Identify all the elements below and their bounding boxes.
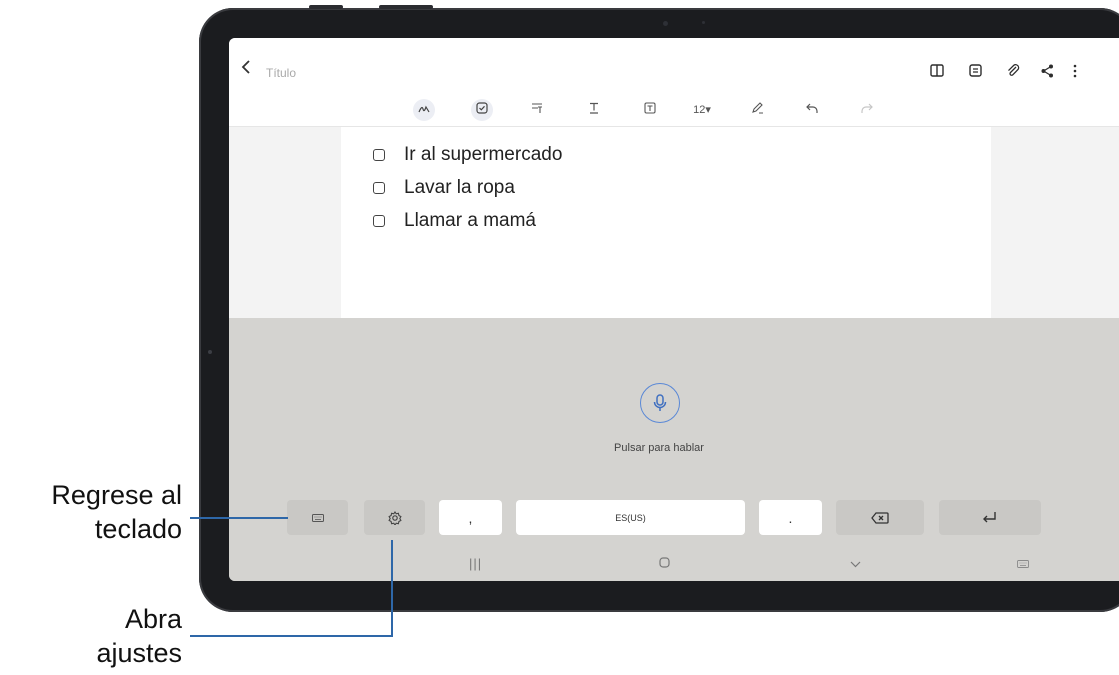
format-toolbar: 12▾ bbox=[229, 96, 1119, 127]
checklist-item-text[interactable]: Llamar a mamá bbox=[404, 210, 536, 232]
gear-icon bbox=[387, 510, 402, 525]
callout-keyboard-leader bbox=[190, 517, 288, 519]
font-size-dropdown[interactable]: 12▾ bbox=[690, 100, 714, 120]
checklist-item-text[interactable]: Lavar la ropa bbox=[404, 177, 515, 199]
text-box-icon[interactable] bbox=[643, 100, 657, 120]
enter-key[interactable] bbox=[939, 500, 1041, 535]
more-options-icon[interactable] bbox=[1073, 64, 1077, 81]
checklist-item[interactable]: Ir al supermercado bbox=[373, 141, 562, 169]
backspace-key[interactable] bbox=[836, 500, 924, 535]
hardware-button bbox=[309, 5, 343, 9]
callout-settings-leader-v bbox=[391, 540, 393, 637]
keyboard-icon bbox=[311, 513, 324, 522]
checkbox[interactable] bbox=[373, 182, 385, 194]
book-view-icon[interactable] bbox=[930, 64, 944, 80]
checklist-item[interactable]: Lavar la ropa bbox=[373, 174, 515, 202]
hide-keyboard-button[interactable] bbox=[850, 556, 861, 571]
keyboard-switch-button[interactable] bbox=[287, 500, 348, 535]
callout-keyboard-line1: Regrese al bbox=[51, 480, 182, 510]
back-chevron-icon[interactable] bbox=[241, 60, 251, 75]
callout-settings-leader-h bbox=[190, 635, 393, 637]
note-title-field[interactable]: Título bbox=[266, 66, 296, 80]
navigation-bar: ||| bbox=[229, 548, 1119, 581]
comma-key[interactable]: , bbox=[439, 500, 502, 535]
attach-icon[interactable] bbox=[1006, 64, 1020, 81]
callout-keyboard-line2: teclado bbox=[94, 514, 182, 544]
redo-icon bbox=[860, 100, 874, 120]
text-format-icon[interactable] bbox=[530, 100, 544, 120]
pen-color-icon[interactable] bbox=[750, 100, 764, 120]
checklist-icon[interactable] bbox=[471, 99, 493, 121]
voice-hint-text: Pulsar para hablar bbox=[614, 442, 704, 454]
note-page[interactable]: Ir al supermercado Lavar la ropa Llamar … bbox=[341, 127, 991, 318]
checklist-item-text[interactable]: Ir al supermercado bbox=[404, 144, 562, 166]
app-bar: Título bbox=[229, 38, 1119, 96]
hardware-button bbox=[379, 5, 433, 9]
undo-icon[interactable] bbox=[805, 100, 819, 120]
callout-settings: Abra ajustes bbox=[0, 602, 182, 670]
backspace-icon bbox=[871, 511, 889, 524]
tablet-screen: Título 12▾ Ir al supermercado Lavar la r… bbox=[229, 38, 1119, 581]
home-button[interactable] bbox=[659, 556, 670, 571]
checklist-item[interactable]: Llamar a mamá bbox=[373, 207, 536, 235]
enter-icon bbox=[983, 511, 996, 522]
keyboard-toggle-button[interactable] bbox=[1017, 556, 1029, 571]
microphone-button[interactable] bbox=[640, 383, 680, 423]
spacebar-key[interactable]: ES(US) bbox=[516, 500, 745, 535]
page-view-icon[interactable] bbox=[969, 64, 982, 80]
callout-settings-line2: ajustes bbox=[96, 638, 182, 668]
front-camera bbox=[663, 21, 668, 26]
share-icon[interactable] bbox=[1041, 64, 1054, 81]
sensor bbox=[702, 21, 705, 24]
handwriting-icon[interactable] bbox=[413, 99, 435, 121]
voice-input-panel: Pulsar para hablar , ES(US) . ||| bbox=[229, 318, 1119, 581]
note-canvas: Ir al supermercado Lavar la ropa Llamar … bbox=[229, 127, 1119, 318]
period-key[interactable]: . bbox=[759, 500, 822, 535]
side-sensor bbox=[208, 350, 212, 354]
checkbox[interactable] bbox=[373, 149, 385, 161]
text-style-icon[interactable] bbox=[587, 100, 601, 120]
recents-button[interactable]: ||| bbox=[469, 556, 482, 571]
settings-button[interactable] bbox=[364, 500, 425, 535]
callout-keyboard: Regrese al teclado bbox=[0, 478, 182, 546]
checkbox[interactable] bbox=[373, 215, 385, 227]
microphone-icon bbox=[653, 394, 667, 411]
callout-settings-line1: Abra bbox=[124, 604, 182, 634]
